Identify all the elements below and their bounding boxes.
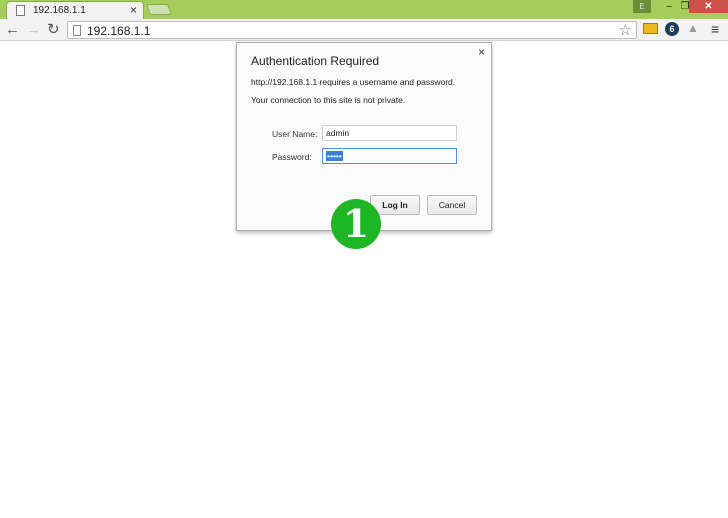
bookmark-star-icon[interactable]: ☆ xyxy=(619,21,632,39)
extension-badge-icon[interactable]: 6 xyxy=(665,22,679,36)
username-input[interactable]: admin xyxy=(322,125,457,141)
title-bar: 192.168.1.1 × E – ❐ ✕ xyxy=(0,0,728,19)
password-value: ••••• xyxy=(326,151,343,161)
url-text[interactable]: 192.168.1.1 xyxy=(87,24,150,38)
forward-icon[interactable]: → xyxy=(26,21,41,39)
cancel-button[interactable]: Cancel xyxy=(427,195,477,215)
browser-toolbar: ← → ↻ 192.168.1.1 ☆ 6 ▲ ≡ xyxy=(0,19,728,41)
back-icon[interactable]: ← xyxy=(5,21,20,39)
step-number-badge: 1 xyxy=(331,199,381,249)
reload-icon[interactable]: ↻ xyxy=(47,21,60,39)
tab-close-icon[interactable]: × xyxy=(130,3,137,17)
tab-title: 192.168.1.1 xyxy=(33,5,86,16)
dialog-message: http://192.168.1.1 requires a username a… xyxy=(251,77,456,87)
address-bar[interactable]: 192.168.1.1 ☆ xyxy=(67,21,637,39)
close-window-button[interactable]: ✕ xyxy=(689,0,728,13)
dialog-close-icon[interactable]: × xyxy=(478,45,485,59)
profile-button[interactable]: E xyxy=(633,0,651,13)
menu-icon[interactable]: ≡ xyxy=(711,21,719,37)
page-icon xyxy=(73,25,81,36)
browser-tab[interactable]: 192.168.1.1 × xyxy=(6,1,144,19)
username-label: User Name: xyxy=(272,129,318,139)
new-tab-button[interactable] xyxy=(145,4,173,15)
dialog-warning: Your connection to this site is not priv… xyxy=(251,95,406,105)
extension-icon[interactable] xyxy=(643,23,658,34)
password-input[interactable]: ••••• xyxy=(322,148,457,164)
drive-icon[interactable]: ▲ xyxy=(687,21,699,35)
page-icon xyxy=(16,5,25,16)
dialog-title: Authentication Required xyxy=(251,54,380,68)
password-label: Password: xyxy=(272,152,312,162)
